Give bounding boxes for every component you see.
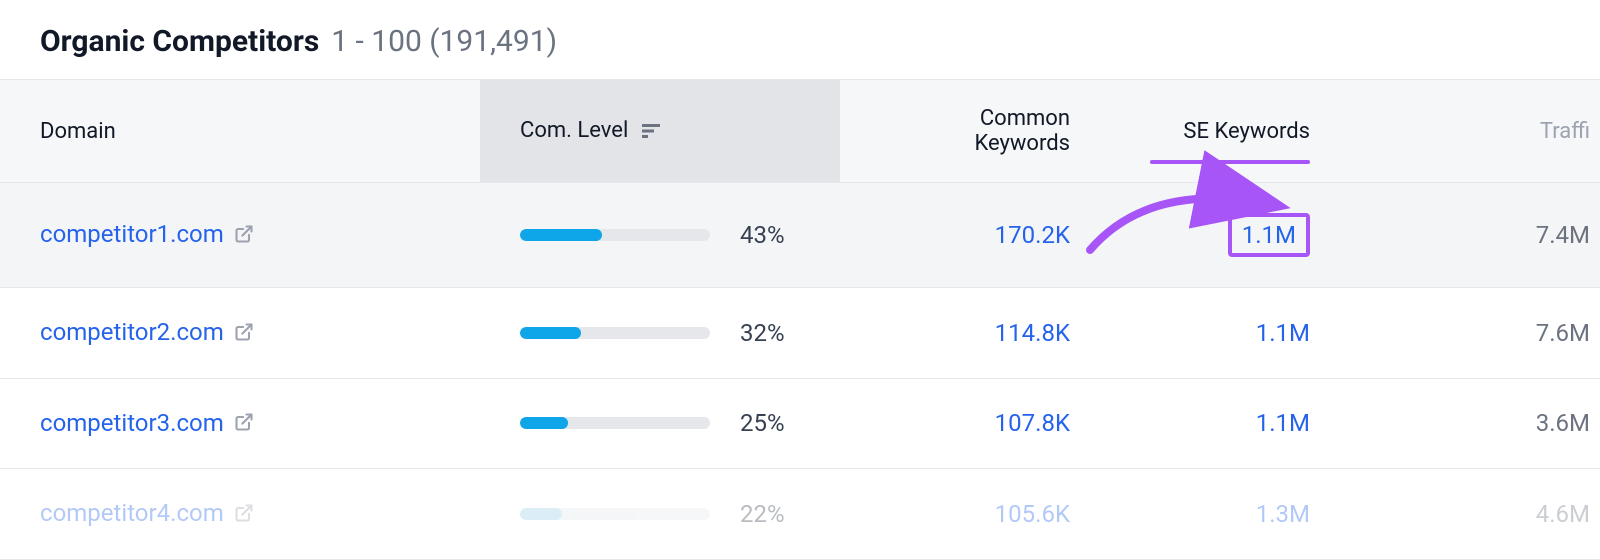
common-keywords-value[interactable]: 114.8K [995,319,1070,347]
common-keywords-cell: 114.8K [840,288,1110,379]
common-keywords-cell: 107.8K [840,378,1110,469]
traffic-cell: 3.6M [1350,378,1600,469]
traffic-value: 7.4M [1536,221,1590,249]
se-keywords-value[interactable]: 1.3M [1256,500,1310,528]
com-level-bar [520,327,710,339]
se-keywords-cell: 1.1M [1110,183,1350,288]
table-row: competitor1.com 43% 170.2K 1.1M 7.4M [0,183,1600,288]
com-level-cell: 22% [480,469,840,560]
domain-link[interactable]: competitor1.com [40,220,224,248]
com-level-cell: 32% [480,288,840,379]
sort-descending-icon [642,119,660,144]
se-keywords-value[interactable]: 1.1M [1256,409,1310,437]
table-header-row: Domain Com. Level Common Keywords SE Key… [0,80,1600,183]
com-level-bar-fill [520,417,568,429]
page-title: Organic Competitors [40,24,319,59]
page-header: Organic Competitors 1 - 100 (191,491) [0,0,1600,79]
column-com-level-label: Com. Level [520,118,628,143]
external-link-icon[interactable] [234,320,254,348]
column-domain[interactable]: Domain [0,80,480,183]
common-keywords-cell: 105.6K [840,469,1110,560]
com-level-bar-fill [520,229,602,241]
traffic-cell: 4.6M [1350,469,1600,560]
column-traffic-label: Traffi [1540,119,1590,144]
traffic-value: 7.6M [1536,319,1590,347]
se-keywords-cell: 1.1M [1110,378,1350,469]
com-level-bar-fill [520,327,581,339]
domain-cell: competitor4.com [0,469,480,560]
com-level-percent: 32% [740,319,785,347]
traffic-cell: 7.4M [1350,183,1600,288]
competitors-table: Domain Com. Level Common Keywords SE Key… [0,79,1600,560]
com-level-bar [520,417,710,429]
domain-link[interactable]: competitor3.com [40,409,224,437]
se-keywords-cell: 1.1M [1110,288,1350,379]
table-row: competitor4.com 22% 105.6K 1.3M 4.6M [0,469,1600,560]
common-keywords-value[interactable]: 107.8K [995,409,1070,437]
com-level-percent: 25% [740,409,785,437]
column-common-keywords[interactable]: Common Keywords [840,80,1110,183]
domain-link[interactable]: competitor2.com [40,318,224,346]
table-row: competitor3.com 25% 107.8K 1.1M 3.6M [0,378,1600,469]
com-level-bar-fill [520,508,562,520]
se-keywords-value[interactable]: 1.1M [1228,213,1310,257]
external-link-icon[interactable] [234,410,254,438]
domain-cell: competitor1.com [0,183,480,288]
com-level-bar [520,508,710,520]
column-domain-label: Domain [40,119,116,144]
com-level-percent: 22% [740,500,785,528]
column-se-underline [1150,160,1310,164]
column-common-label: Common Keywords [974,106,1070,156]
se-keywords-cell: 1.3M [1110,469,1350,560]
traffic-value: 3.6M [1536,409,1590,437]
external-link-icon[interactable] [234,222,254,250]
com-level-percent: 43% [740,221,785,249]
domain-cell: competitor3.com [0,378,480,469]
column-se-keywords[interactable]: SE Keywords [1110,80,1350,183]
com-level-bar [520,229,710,241]
com-level-cell: 43% [480,183,840,288]
domain-cell: competitor2.com [0,288,480,379]
se-keywords-value[interactable]: 1.1M [1256,319,1310,347]
column-com-level[interactable]: Com. Level [480,80,840,183]
external-link-icon[interactable] [234,501,254,529]
common-keywords-value[interactable]: 105.6K [995,500,1070,528]
common-keywords-cell: 170.2K [840,183,1110,288]
traffic-cell: 7.6M [1350,288,1600,379]
column-se-label: SE Keywords [1183,119,1310,144]
table-row: competitor2.com 32% 114.8K 1.1M 7.6M [0,288,1600,379]
com-level-cell: 25% [480,378,840,469]
traffic-value: 4.6M [1536,500,1590,528]
common-keywords-value[interactable]: 170.2K [995,221,1070,249]
domain-link[interactable]: competitor4.com [40,499,224,527]
page-range: 1 - 100 (191,491) [331,24,557,59]
column-traffic[interactable]: Traffi [1350,80,1600,183]
